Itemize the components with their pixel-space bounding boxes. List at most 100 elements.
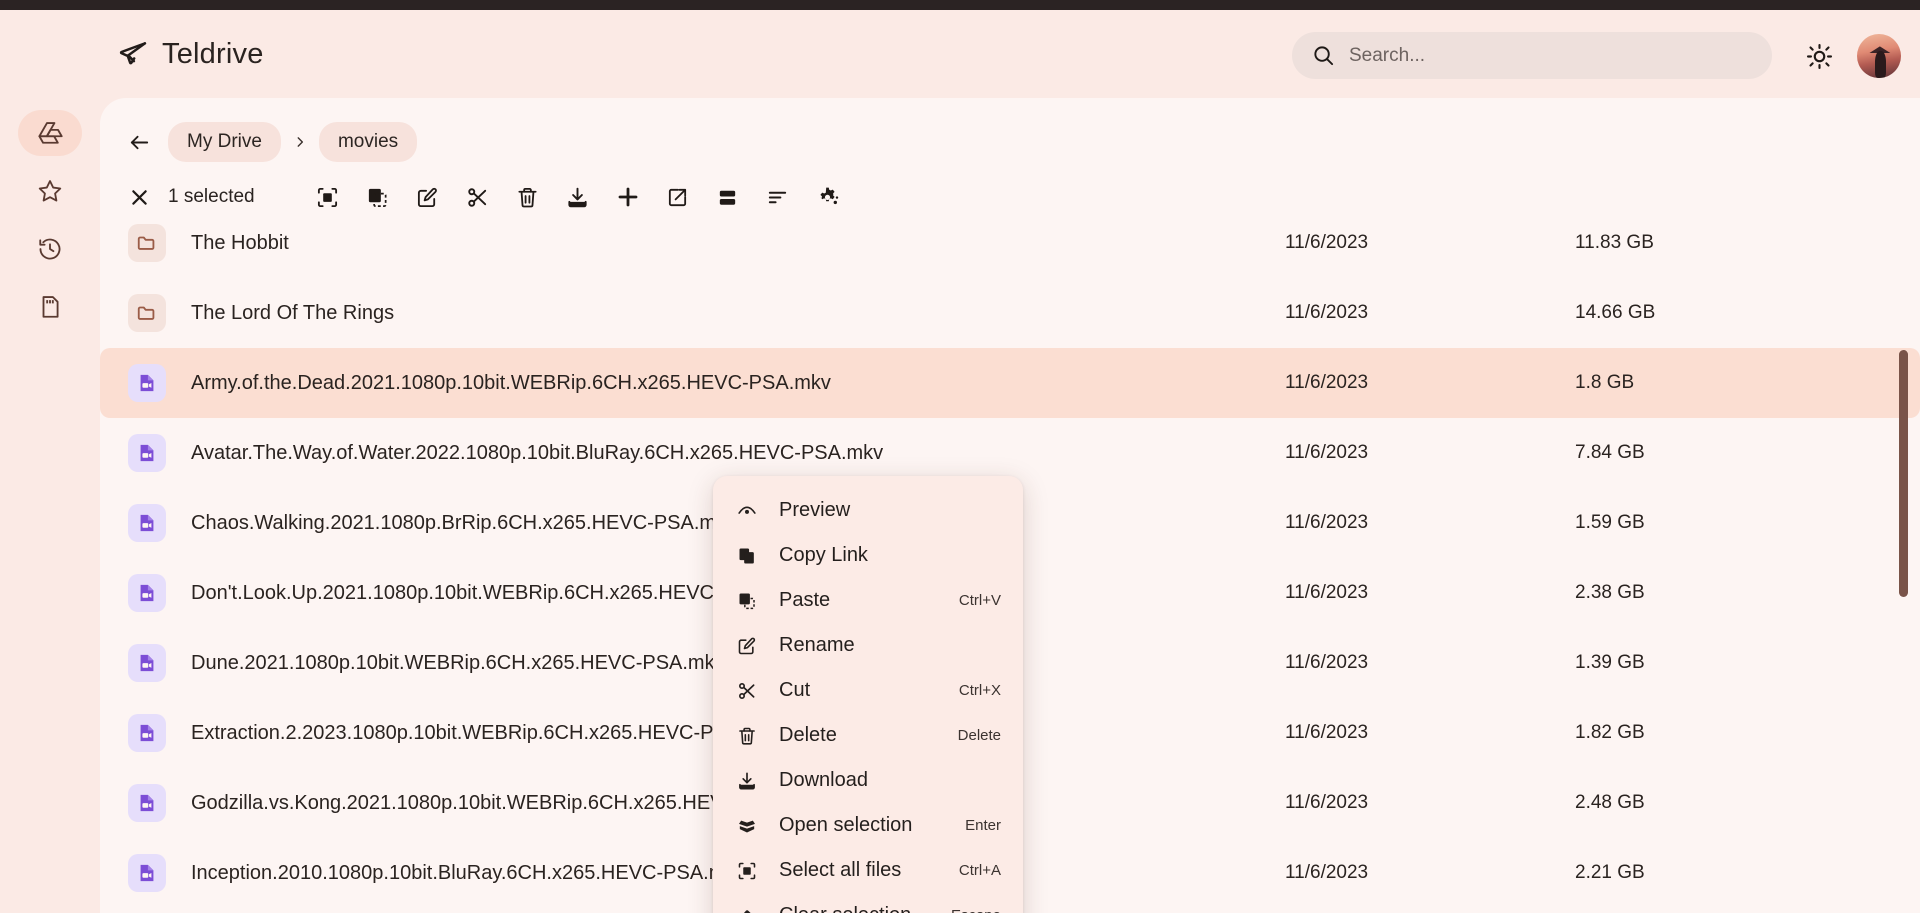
window-top-strip xyxy=(0,0,1920,10)
trash-icon xyxy=(735,726,759,746)
rename-pencil-icon xyxy=(416,186,439,209)
sidebar-item-my-drive[interactable] xyxy=(18,110,82,156)
table-row[interactable]: The Hobbit 11/6/2023 11.83 GB xyxy=(100,208,1920,278)
file-size: 1.82 GB xyxy=(1575,722,1645,743)
open-box-icon xyxy=(735,816,759,836)
brand: Teldrive xyxy=(118,38,264,71)
search-box[interactable] xyxy=(1292,32,1772,79)
file-size: 2.21 GB xyxy=(1575,862,1645,883)
file-date: 11/6/2023 xyxy=(1285,582,1369,603)
menu-item-label: Rename xyxy=(779,634,855,656)
sidebar-item-starred[interactable] xyxy=(18,168,82,214)
menu-item-cut[interactable]: Cut Ctrl+X xyxy=(713,668,1023,713)
scrollbar-thumb[interactable] xyxy=(1899,350,1908,597)
file-size: 1.59 GB xyxy=(1575,512,1645,533)
menu-item-shortcut: Delete xyxy=(957,727,1001,744)
file-date: 11/6/2023 xyxy=(1285,302,1369,323)
rename-pencil-icon xyxy=(735,636,759,656)
file-date: 11/6/2023 xyxy=(1285,862,1369,883)
file-size: 1.39 GB xyxy=(1575,652,1645,673)
file-name: Avatar.The.Way.of.Water.2022.1080p.10bit… xyxy=(191,441,884,464)
sort-icon xyxy=(766,186,789,209)
file-date: 11/6/2023 xyxy=(1285,722,1369,743)
storage-card-icon xyxy=(37,294,63,320)
folder-icon xyxy=(128,224,166,262)
download-icon xyxy=(566,186,589,209)
arrow-left-icon xyxy=(128,131,151,154)
video-file-icon xyxy=(128,854,166,892)
menu-item-label: Clear selection xyxy=(779,904,911,913)
table-row[interactable]: The Lord Of The Rings 11/6/2023 14.66 GB xyxy=(100,278,1920,348)
external-link-icon xyxy=(666,186,689,209)
menu-item-paste[interactable]: Paste Ctrl+V xyxy=(713,578,1023,623)
search-input[interactable] xyxy=(1349,44,1729,67)
file-name: Chaos.Walking.2021.1080p.BrRip.6CH.x265.… xyxy=(191,511,737,534)
breadcrumb-item-movies[interactable]: movies xyxy=(318,122,418,162)
history-icon xyxy=(37,236,63,262)
file-name: Inception.2010.1080p.10bit.BluRay.6CH.x2… xyxy=(191,861,746,884)
menu-item-label: Delete xyxy=(779,724,837,746)
eraser-icon xyxy=(735,906,759,913)
sidebar-item-storage[interactable] xyxy=(18,284,82,330)
menu-item-preview[interactable]: Preview xyxy=(713,488,1023,533)
file-date: 11/6/2023 xyxy=(1285,512,1369,533)
back-button[interactable] xyxy=(122,125,156,159)
menu-item-copy-link[interactable]: Copy Link xyxy=(713,533,1023,578)
menu-item-download[interactable]: Download xyxy=(713,758,1023,803)
menu-item-rename[interactable]: Rename xyxy=(713,623,1023,668)
menu-item-label: Cut xyxy=(779,679,811,701)
file-date: 11/6/2023 xyxy=(1285,372,1369,393)
close-icon xyxy=(129,187,150,208)
file-date: 11/6/2023 xyxy=(1285,232,1369,253)
eye-icon xyxy=(735,501,759,521)
file-date: 11/6/2023 xyxy=(1285,792,1369,813)
file-name: The Lord Of The Rings xyxy=(191,301,395,324)
video-file-icon xyxy=(128,714,166,752)
app-header: Teldrive xyxy=(0,10,1920,98)
file-size: 14.66 GB xyxy=(1575,302,1656,323)
copy-icon xyxy=(735,546,759,566)
file-name: The Hobbit xyxy=(191,231,289,254)
breadcrumb-separator xyxy=(293,135,307,149)
context-menu: Preview Copy Link Paste Ctrl+V Rename Cut Ctrl… xyxy=(713,476,1023,913)
select-box-icon xyxy=(316,186,339,209)
gear-icon xyxy=(816,185,840,209)
sun-icon xyxy=(1806,43,1833,70)
file-name: Godzilla.vs.Kong.2021.1080p.10bit.WEBRip… xyxy=(191,791,827,814)
menu-item-select-all-files[interactable]: Select all files Ctrl+A xyxy=(713,848,1023,893)
menu-item-clear-selection[interactable]: Clear selection Escape xyxy=(713,893,1023,913)
video-file-icon xyxy=(128,784,166,822)
video-file-icon xyxy=(128,504,166,542)
video-file-icon xyxy=(128,574,166,612)
paste-icon xyxy=(735,591,759,611)
file-name: Extraction.2.2023.1080p.10bit.WEBRip.6CH… xyxy=(191,721,783,744)
trash-icon xyxy=(516,186,539,209)
menu-item-shortcut: Ctrl+X xyxy=(958,682,1001,699)
menu-item-shortcut: Ctrl+V xyxy=(958,592,1001,609)
video-file-icon xyxy=(128,364,166,402)
video-file-icon xyxy=(128,644,166,682)
file-size: 2.38 GB xyxy=(1575,582,1645,603)
menu-item-label: Copy Link xyxy=(779,544,868,566)
drive-icon xyxy=(37,120,63,146)
paper-plane-icon xyxy=(118,39,148,69)
breadcrumb-item-my-drive[interactable]: My Drive xyxy=(168,122,281,162)
breadcrumb: My Drive movies xyxy=(122,122,418,162)
avatar[interactable] xyxy=(1857,34,1901,78)
file-date: 11/6/2023 xyxy=(1285,442,1369,463)
sidebar-item-recent[interactable] xyxy=(18,226,82,272)
menu-item-open-selection[interactable]: Open selection Enter xyxy=(713,803,1023,848)
file-size: 11.83 GB xyxy=(1575,232,1654,253)
menu-item-delete[interactable]: Delete Delete xyxy=(713,713,1023,758)
table-row[interactable]: Army.of.the.Dead.2021.1080p.10bit.WEBRip… xyxy=(100,348,1920,418)
selection-count: 1 selected xyxy=(168,186,255,207)
file-date: 11/6/2023 xyxy=(1285,652,1369,673)
menu-item-shortcut: Escape xyxy=(951,907,1001,913)
menu-item-label: Open selection xyxy=(779,814,913,836)
theme-toggle-button[interactable] xyxy=(1800,37,1838,75)
file-name: Dune.2021.1080p.10bit.WEBRip.6CH.x265.HE… xyxy=(191,651,725,674)
file-name: Army.of.the.Dead.2021.1080p.10bit.WEBRip… xyxy=(191,371,831,394)
app-root: Teldrive Search... My Drive movies 1 sel… xyxy=(0,0,1920,913)
folder-icon xyxy=(128,294,166,332)
menu-item-shortcut: Enter xyxy=(965,817,1001,834)
